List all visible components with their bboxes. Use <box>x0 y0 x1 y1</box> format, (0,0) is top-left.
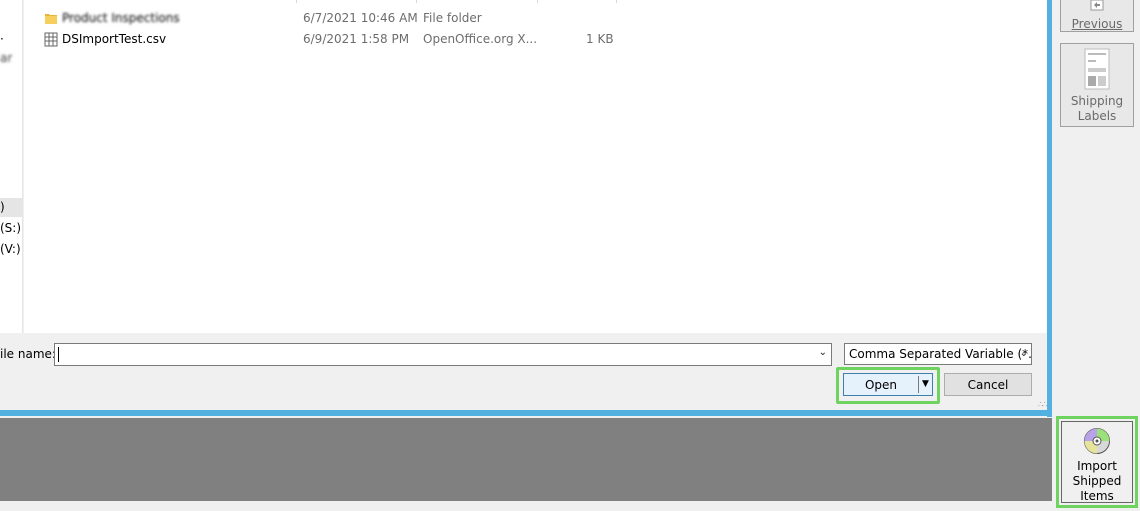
file-type: File folder <box>423 11 482 25</box>
file-row-folder[interactable]: Product Inspections 6/7/2021 10:46 AM Fi… <box>40 8 620 28</box>
app-workspace <box>0 418 1052 501</box>
file-type-select[interactable]: Comma Separated Variable (*.C ⌄ <box>844 343 1032 365</box>
chevron-down-icon[interactable]: ⌄ <box>1020 348 1028 359</box>
file-name-label: ile name: <box>0 347 56 361</box>
import-label-line3: Items <box>1080 489 1114 503</box>
file-date: 6/9/2021 1:58 PM <box>303 32 410 46</box>
nav-item-drive-s[interactable]: (S:) <box>0 221 21 235</box>
column-separator[interactable] <box>616 0 617 3</box>
navigation-pane <box>0 0 23 333</box>
dropdown-arrow-icon[interactable]: ▼ <box>922 379 929 389</box>
file-name: DSImportTest.csv <box>62 32 167 46</box>
nav-item-drive[interactable]: ) <box>0 200 5 214</box>
column-separator[interactable] <box>537 0 538 3</box>
cd-disc-icon <box>1084 428 1110 454</box>
shipping-labels-line1: Shipping <box>1070 94 1124 108</box>
file-type-value: Comma Separated Variable (*.C <box>849 347 1032 361</box>
import-label-line2: Shipped <box>1072 474 1122 488</box>
shipping-labels-button[interactable]: Shipping Labels <box>1060 43 1134 127</box>
shipping-label-icon <box>1084 48 1110 90</box>
nav-item-drive-v[interactable]: (V:) <box>0 242 21 256</box>
open-button[interactable]: Open ▼ <box>843 373 933 396</box>
split-divider <box>918 376 919 393</box>
file-name-input[interactable]: ⌄ <box>54 343 832 366</box>
file-date: 6/7/2021 10:46 AM <box>303 11 418 25</box>
app-status-strip <box>0 501 1052 511</box>
dialog-border <box>0 410 1052 416</box>
cancel-button[interactable]: Cancel <box>944 373 1032 396</box>
previous-icon <box>1061 0 1133 17</box>
nav-item-fragment[interactable]: · <box>0 32 4 46</box>
file-name: Product Inspections <box>62 11 180 25</box>
open-button-label: Open <box>864 378 898 392</box>
chevron-down-icon[interactable]: ⌄ <box>819 347 827 358</box>
import-label-line1: Import <box>1077 459 1117 473</box>
spreadsheet-file-icon <box>44 32 58 47</box>
import-shipped-items-button[interactable]: Import Shipped Items <box>1061 421 1133 503</box>
shipping-labels-line2: Labels <box>1077 109 1117 123</box>
text-caret <box>58 347 59 362</box>
nav-item-fragment[interactable]: ar <box>0 51 12 65</box>
file-row-csv[interactable]: DSImportTest.csv 6/9/2021 1:58 PM OpenOf… <box>40 29 620 49</box>
file-list <box>24 0 1047 333</box>
file-type: OpenOffice.org X... <box>423 32 538 46</box>
previous-label: Previous <box>1071 17 1123 31</box>
folder-icon <box>45 14 57 24</box>
column-separator[interactable] <box>416 0 417 3</box>
column-separator[interactable] <box>296 0 297 3</box>
file-size: 1 KB <box>586 32 614 46</box>
previous-button[interactable]: Previous <box>1060 0 1134 32</box>
resize-grip-icon[interactable]: ∴∴ <box>1038 400 1047 409</box>
